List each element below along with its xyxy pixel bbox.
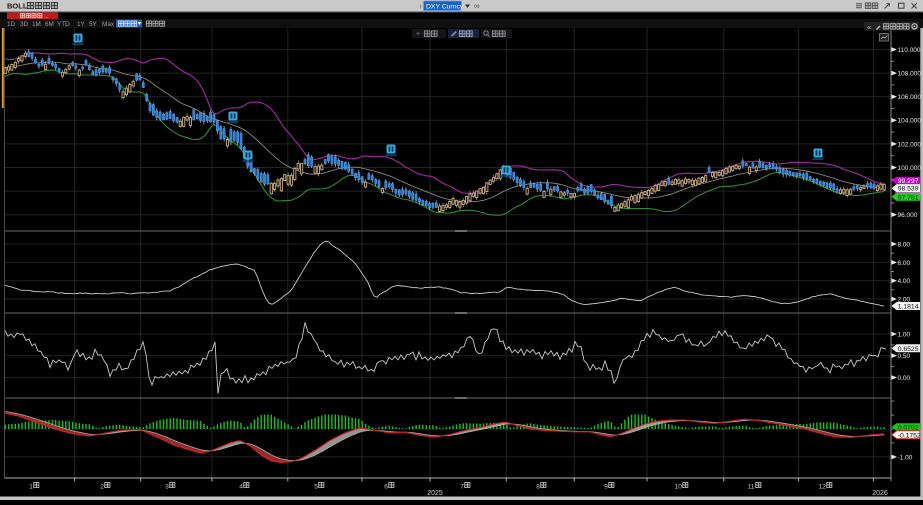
svg-text:8.00: 8.00 (898, 241, 911, 248)
svg-text:12: 12 (819, 483, 827, 490)
svg-text:i: i (420, 4, 421, 11)
svg-text:1.1814: 1.1814 (898, 304, 919, 311)
svg-text:-1.00: -1.00 (898, 454, 913, 461)
svg-text:4: 4 (239, 483, 243, 490)
svg-text:6: 6 (384, 483, 388, 490)
svg-text:6M: 6M (45, 21, 54, 28)
svg-text:1M: 1M (32, 21, 41, 28)
svg-text:8: 8 (536, 483, 540, 490)
svg-text:2025: 2025 (427, 490, 443, 497)
svg-text:6.00: 6.00 (898, 260, 911, 267)
svg-text:«: « (867, 22, 871, 31)
svg-text:5: 5 (314, 483, 318, 490)
svg-text:5Y: 5Y (89, 21, 98, 28)
svg-text:+: + (416, 31, 420, 38)
svg-text:96.000: 96.000 (898, 212, 918, 219)
svg-text:∞: ∞ (474, 2, 480, 11)
svg-text:11: 11 (748, 483, 755, 490)
svg-text:0.50: 0.50 (898, 353, 911, 360)
svg-text:Max: Max (102, 21, 115, 28)
svg-text:110.000: 110.000 (898, 47, 921, 54)
svg-text:-0.1752: -0.1752 (898, 432, 921, 439)
svg-text:0.6525: 0.6525 (898, 346, 919, 353)
svg-text:9: 9 (604, 483, 608, 490)
svg-text:97.781: 97.781 (898, 194, 919, 201)
svg-text:108.000: 108.000 (898, 71, 922, 78)
svg-text:102.000: 102.000 (898, 141, 922, 148)
svg-text:104.000: 104.000 (898, 118, 922, 125)
svg-text:YTD: YTD (57, 21, 70, 28)
svg-text:99.297: 99.297 (898, 178, 919, 185)
svg-text:3: 3 (165, 483, 169, 490)
svg-text:1Y: 1Y (77, 21, 86, 28)
svg-text:BOLL: BOLL (7, 2, 28, 11)
svg-text:DXY Curncy: DXY Curncy (426, 3, 464, 10)
svg-text:7: 7 (460, 483, 464, 490)
svg-text:106.000: 106.000 (898, 94, 922, 101)
svg-text:1.00: 1.00 (898, 331, 911, 338)
svg-text:4.00: 4.00 (898, 278, 911, 285)
svg-text:3D: 3D (20, 21, 29, 28)
svg-text:1: 1 (29, 483, 33, 490)
svg-text:10: 10 (675, 483, 683, 490)
svg-text:100.000: 100.000 (898, 165, 922, 172)
svg-text:1D: 1D (7, 21, 16, 28)
svg-text:2: 2 (100, 483, 104, 490)
svg-text:0.00: 0.00 (898, 375, 911, 382)
svg-text:2026: 2026 (872, 490, 888, 497)
svg-text:98.539: 98.539 (898, 186, 919, 193)
